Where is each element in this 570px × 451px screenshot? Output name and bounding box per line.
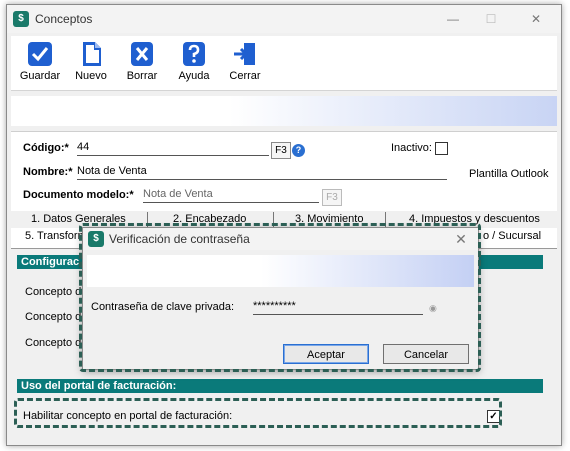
codigo-value: 44 <box>77 141 90 153</box>
portal-header: Uso del portal de facturación: <box>17 379 543 393</box>
codigo-f3-button[interactable]: F3 <box>271 142 291 159</box>
delete-label: Borrar <box>126 70 158 82</box>
documento-f3-button[interactable]: F3 <box>322 189 342 206</box>
nombre-value: Nota de Venta <box>77 165 147 177</box>
check-icon <box>28 42 52 66</box>
window-title: Conceptos <box>35 12 93 26</box>
nombre-label: Nombre:* <box>23 166 73 178</box>
concept-form: Código:* 44 F3 ? Inactivo: Nombre:* Nota… <box>11 131 557 212</box>
inactivo-label: Inactivo: <box>391 142 432 154</box>
help-label: Ayuda <box>178 70 210 82</box>
delete-icon <box>131 42 153 66</box>
dialog-highlight <box>79 223 481 372</box>
new-document-icon <box>83 42 101 66</box>
close-form-label: Cerrar <box>229 70 261 82</box>
plantilla-outlook-link[interactable]: Plantilla Outlook <box>469 168 549 180</box>
habilitar-highlight <box>14 398 502 428</box>
title-bar: $ Conceptos — ☐ ✕ <box>7 5 561 33</box>
minimize-button[interactable]: — <box>439 10 467 28</box>
new-label: Nuevo <box>75 70 107 82</box>
header-banner <box>11 96 557 126</box>
toolbar: Guardar Nuevo Borrar Ayuda Cerrar <box>11 36 557 91</box>
tab-transformacion[interactable]: 5. Transform <box>25 230 87 242</box>
delete-button[interactable]: Borrar <box>119 39 165 89</box>
close-button[interactable]: ✕ <box>522 10 550 28</box>
documento-placeholder: Nota de Venta <box>143 188 213 200</box>
app-logo-icon: $ <box>13 11 29 27</box>
codigo-help-icon[interactable]: ? <box>292 144 305 157</box>
help-button[interactable]: Ayuda <box>171 39 217 89</box>
inactivo-checkbox[interactable] <box>435 142 448 155</box>
documento-input[interactable]: Nota de Venta <box>143 188 319 203</box>
new-button[interactable]: Nuevo <box>68 39 114 89</box>
documento-label: Documento modelo:* <box>23 189 134 201</box>
save-label: Guardar <box>19 70 61 82</box>
tab-sucursal[interactable]: o / Sucursal <box>483 230 541 242</box>
nombre-input[interactable]: Nota de Venta <box>77 165 447 180</box>
codigo-label: Código:* <box>23 142 69 154</box>
close-form-button[interactable]: Cerrar <box>222 39 268 89</box>
save-button[interactable]: Guardar <box>17 39 63 89</box>
codigo-input[interactable]: 44 <box>77 141 269 156</box>
maximize-button[interactable]: ☐ <box>477 10 505 28</box>
help-icon <box>183 42 205 66</box>
exit-icon <box>234 43 255 65</box>
